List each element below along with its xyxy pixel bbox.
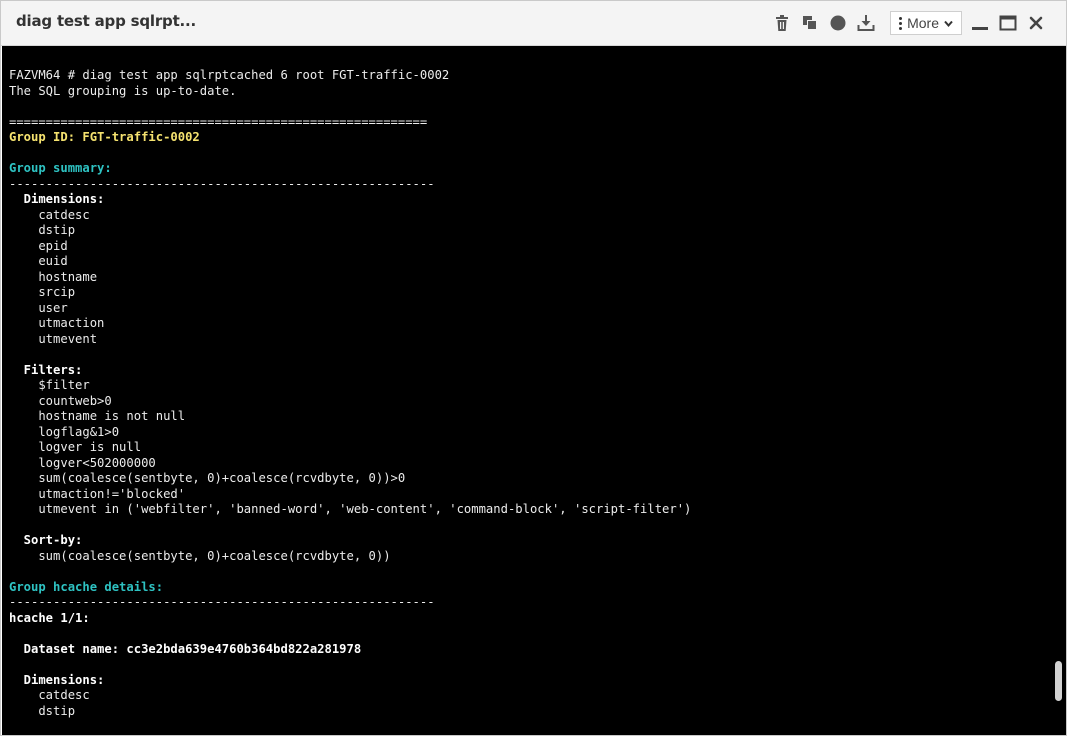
chevron-down-icon [944,20,953,27]
terminal-line: utmevent in ('webfilter', 'banned-word',… [9,502,692,516]
terminal-line: hostname is not null [9,409,186,423]
terminal-line: utmaction!='blocked' [9,486,186,501]
record-icon[interactable] [827,12,849,34]
terminal-line: Filters: [9,362,83,377]
terminal-line: utmevent [9,331,98,346]
terminal-line: FAZVM64 # diag test app sqlrptcached 6 r… [9,68,450,82]
window-toolbar: More [768,9,1050,37]
terminal-line: euid [9,254,68,268]
terminal-line: Dimensions: [9,192,105,206]
title-bar[interactable]: diag test app sqlrpt... More [1,1,1066,46]
terminal-line: hcache 1/1: [9,610,90,625]
window-title: diag test app sqlrpt... [16,12,197,30]
maximize-icon[interactable] [997,12,1019,34]
copy-icon[interactable] [799,12,821,34]
terminal-line: $filter [9,378,90,392]
terminal-line: ----------------------------------------… [9,176,435,191]
terminal-line: srcip [9,285,76,299]
terminal-line: logver<502000000 [9,455,156,470]
minimize-icon[interactable] [969,12,991,34]
download-icon[interactable] [855,12,877,34]
more-button[interactable]: More [890,11,962,35]
trash-icon[interactable] [771,12,793,34]
terminal-line: utmaction [9,316,105,330]
terminal-line: The SQL grouping is up-to-date. [9,83,237,98]
terminal-line: Sort-by: [9,533,83,547]
terminal-output[interactable]: FAZVM64 # diag test app sqlrptcached 6 r… [2,46,1066,735]
close-icon[interactable] [1025,12,1047,34]
terminal-line: countweb>0 [9,393,112,408]
terminal-line: Group hcache details: [9,579,164,594]
terminal-line: ----------------------------------------… [9,595,435,609]
scrollbar-thumb[interactable] [1055,661,1062,701]
terminal-line: Group summary: [9,161,112,175]
terminal-text: FAZVM64 # diag test app sqlrptcached 6 r… [2,46,1066,719]
terminal-line: hostname [9,269,98,284]
terminal-line: logver is null [9,440,142,454]
more-button-label: More [907,15,939,31]
terminal-line: Dataset name: cc3e2bda639e4760b364bd822a… [9,641,362,656]
terminal-line: catdesc [9,207,90,222]
terminal-line: Dimensions: [9,672,105,687]
kebab-menu-icon [899,16,903,30]
terminal-line: dstip [9,223,76,237]
terminal-line: sum(coalesce(sentbyte, 0)+coalesce(rcvdb… [9,548,391,563]
terminal-line: user [9,300,68,315]
terminal-line: epid [9,238,68,253]
terminal-line: sum(coalesce(sentbyte, 0)+coalesce(rcvdb… [9,471,406,485]
terminal-line: ========================================… [9,114,428,129]
terminal-line: logflag&1>0 [9,424,120,439]
terminal-line: catdesc [9,688,90,702]
console-window: diag test app sqlrpt... More FAZVM64 # d… [0,0,1067,736]
terminal-line: Group ID: FGT-traffic-0002 [9,130,200,144]
terminal-line: dstip [9,703,76,718]
